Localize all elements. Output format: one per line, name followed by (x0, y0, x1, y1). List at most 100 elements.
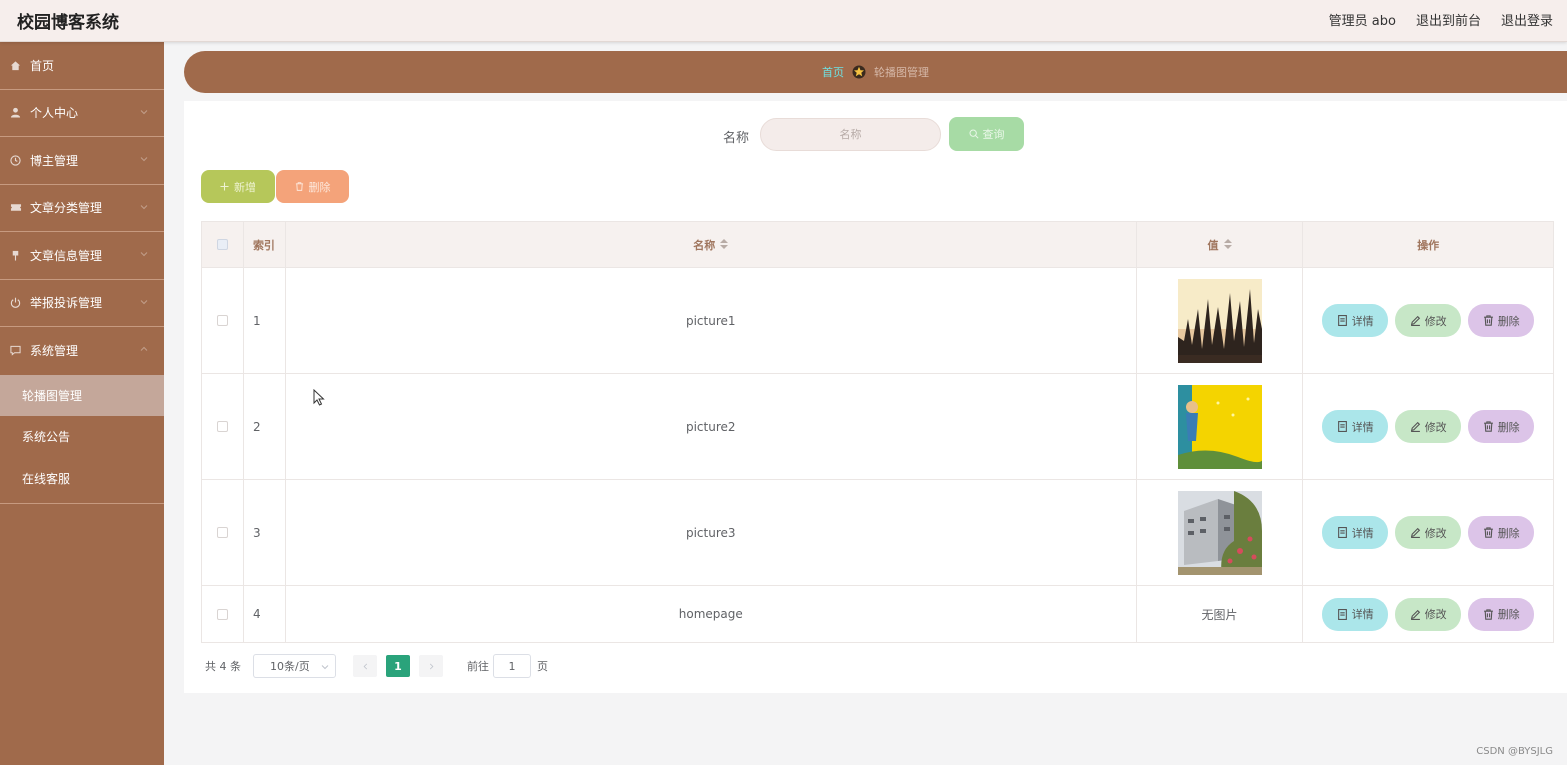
pin-icon (9, 249, 22, 262)
breadcrumb: 首页 轮播图管理 (184, 51, 1567, 93)
sidebar: 首页 个人中心 博主管理 文章分类管理 文章信息管理 举报投诉管理 系统管理 轮… (0, 42, 164, 765)
sidebar-item-report[interactable]: 举报投诉管理 (0, 280, 164, 327)
sidebar-item-article[interactable]: 文章信息管理 (0, 232, 164, 280)
sidebar-item-category[interactable]: 文章分类管理 (0, 185, 164, 232)
pencil-icon (1410, 315, 1420, 326)
pagination: 共 4 条 10条/页 1 前往 1 页 (205, 654, 548, 678)
row-value (1137, 480, 1304, 585)
thumbnail-image-yellow-cartoon[interactable] (1177, 384, 1262, 469)
trash-icon (1483, 421, 1493, 432)
delete-button-label: 删除 (1497, 526, 1520, 540)
goto-label: 前往 (467, 660, 489, 673)
edit-button[interactable]: 修改 (1395, 410, 1462, 443)
chevron-left-icon (363, 663, 367, 669)
table-row: 1 picture1 详情 修改 删除 (202, 268, 1553, 374)
sidebar-item-blogger[interactable]: 博主管理 (0, 137, 164, 185)
row-value (1137, 268, 1304, 373)
sort-icon[interactable] (720, 238, 729, 251)
row-name: picture3 (286, 480, 1137, 585)
page-number-current[interactable]: 1 (386, 655, 410, 677)
page-suffix: 页 (537, 660, 548, 673)
batch-delete-button[interactable]: 删除 (276, 170, 349, 203)
row-value-no-image: 无图片 (1137, 586, 1304, 642)
detail-button[interactable]: 详情 (1322, 410, 1389, 443)
detail-button[interactable]: 详情 (1322, 304, 1389, 337)
header-index: 索引 (244, 222, 286, 267)
header-value[interactable]: 值 (1137, 222, 1304, 267)
row-index: 2 (244, 374, 286, 479)
document-icon (1337, 315, 1347, 326)
delete-button[interactable]: 删除 (1468, 304, 1535, 337)
sidebar-item-label: 博主管理 (30, 153, 79, 168)
goto-page-input[interactable]: 1 (493, 654, 531, 678)
row-value (1137, 374, 1304, 479)
home-icon (9, 59, 22, 72)
add-button[interactable]: 新增 (201, 170, 275, 203)
search-button[interactable]: 查询 (949, 117, 1024, 151)
chevron-down-icon (140, 299, 148, 304)
row-checkbox[interactable] (216, 608, 228, 620)
thumbnail-image-dry-grass[interactable] (1177, 278, 1262, 363)
edit-button[interactable]: 修改 (1395, 304, 1462, 337)
row-checkbox[interactable] (216, 421, 228, 432)
add-button-label: 新增 (234, 180, 256, 194)
delete-button[interactable]: 删除 (1468, 516, 1535, 549)
detail-button[interactable]: 详情 (1322, 597, 1389, 631)
edit-button-label: 修改 (1424, 420, 1447, 434)
row-ops: 详情 修改 删除 (1303, 480, 1553, 585)
sort-icon[interactable] (1223, 238, 1232, 251)
star-icon (852, 65, 866, 79)
data-table: 索引 名称 值 操作 1 picture1 详情 修改 删除 2 picture… (201, 221, 1554, 643)
chevron-down-icon (140, 157, 148, 162)
select-all-cell (202, 222, 244, 267)
edit-button[interactable]: 修改 (1395, 597, 1462, 631)
row-ops: 详情 修改 删除 (1303, 586, 1553, 642)
header-ops: 操作 (1417, 238, 1440, 252)
edit-button[interactable]: 修改 (1395, 516, 1462, 549)
row-checkbox-cell (202, 374, 244, 479)
row-checkbox[interactable] (216, 315, 228, 326)
sidebar-item-personal[interactable]: 个人中心 (0, 90, 164, 137)
breadcrumb-home[interactable]: 首页 (822, 64, 844, 80)
detail-button-label: 详情 (1351, 420, 1374, 434)
table-row: 3 picture3 详情 修改 删除 (202, 480, 1553, 586)
search-label: 名称 (723, 131, 750, 146)
sidebar-subitem-service[interactable]: 在线客服 (0, 458, 164, 500)
thumbnail-image-campus-building[interactable] (1177, 490, 1262, 575)
chevron-up-icon (140, 346, 148, 351)
delete-button[interactable]: 删除 (1468, 410, 1535, 443)
pencil-icon (1410, 421, 1420, 432)
trash-icon (1483, 608, 1493, 620)
detail-button[interactable]: 详情 (1322, 516, 1389, 549)
trash-icon (1483, 315, 1493, 326)
app-title: 校园博客系统 (17, 13, 119, 33)
row-name: picture1 (286, 268, 1137, 373)
table-row: 2 picture2 详情 修改 删除 (202, 374, 1553, 480)
delete-button[interactable]: 删除 (1468, 597, 1535, 631)
row-index: 4 (244, 586, 286, 642)
plus-icon (220, 182, 229, 191)
sidebar-subitem-notice[interactable]: 系统公告 (0, 416, 164, 458)
sidebar-subitem-carousel[interactable]: 轮播图管理 (0, 374, 164, 416)
pencil-icon (1410, 527, 1420, 538)
page-size-value: 10条/页 (270, 660, 310, 673)
document-icon (1337, 527, 1347, 538)
edit-button-label: 修改 (1424, 608, 1447, 621)
clock-icon (9, 154, 22, 167)
prev-page-button[interactable] (353, 655, 377, 677)
sidebar-item-home[interactable]: 首页 (0, 42, 164, 90)
top-header: 校园博客系统 管理员 abo 退出到前台 退出登录 (0, 0, 1567, 42)
to-front-link[interactable]: 退出到前台 (1416, 10, 1481, 29)
logout-link[interactable]: 退出登录 (1501, 10, 1553, 29)
row-checkbox[interactable] (216, 527, 228, 538)
ticket-icon (9, 201, 22, 214)
sidebar-item-system[interactable]: 系统管理 (0, 327, 164, 375)
search-input[interactable]: 名称 (760, 118, 941, 151)
breadcrumb-current: 轮播图管理 (874, 66, 929, 79)
user-icon (9, 106, 22, 119)
next-page-button[interactable] (419, 655, 443, 677)
header-name-label: 名称 (693, 238, 716, 252)
header-name[interactable]: 名称 (286, 222, 1137, 267)
page-size-select[interactable]: 10条/页 (253, 654, 336, 678)
select-all-checkbox[interactable] (216, 239, 228, 250)
